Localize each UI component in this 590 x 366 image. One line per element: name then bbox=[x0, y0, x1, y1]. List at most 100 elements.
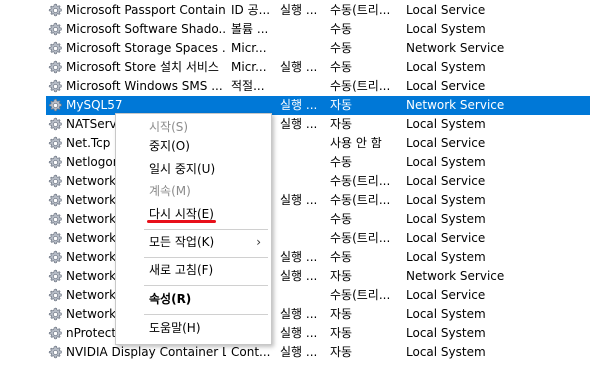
service-logon-as: Local System bbox=[406, 22, 486, 36]
service-startup-type: 자동 bbox=[330, 307, 353, 321]
menu-item-label: 일시 중지(U) bbox=[149, 162, 216, 176]
gear-icon bbox=[48, 79, 64, 94]
service-status: 실행 ... bbox=[280, 117, 318, 131]
service-description: Cont... bbox=[231, 345, 271, 359]
menu-separator bbox=[144, 314, 268, 315]
service-startup-type: 사용 안 함 bbox=[330, 136, 382, 150]
gear-icon bbox=[48, 117, 64, 132]
service-description: Micr... bbox=[231, 41, 267, 55]
service-logon-as: Local System bbox=[406, 60, 486, 74]
menu-item-refresh[interactable]: 새로 고침(F) bbox=[116, 259, 271, 281]
service-status: 실행 ... bbox=[280, 98, 318, 112]
service-name: Microsoft Software Shado... bbox=[66, 22, 226, 36]
service-name: Microsoft Store 설치 서비스 bbox=[66, 60, 219, 74]
gear-icon bbox=[48, 326, 64, 341]
service-row[interactable]: NVIDIA Display Container LS Cont... 실행 ...… bbox=[46, 343, 590, 362]
service-startup-type: 수동 bbox=[330, 250, 353, 264]
service-startup-type: 자동 bbox=[330, 98, 353, 112]
service-status: 실행 ... bbox=[280, 193, 318, 207]
menu-item-label: 계속(M) bbox=[149, 184, 191, 198]
service-status: 실행 ... bbox=[280, 250, 318, 264]
menu-separator bbox=[144, 229, 268, 230]
menu-item-pause[interactable]: 일시 중지(U) bbox=[116, 158, 271, 180]
service-logon-as: Local System bbox=[406, 326, 486, 340]
service-name: Microsoft Windows SMS ... bbox=[66, 79, 223, 93]
gear-icon bbox=[48, 98, 64, 113]
gear-icon bbox=[48, 3, 64, 18]
service-name: Microsoft Passport Container bbox=[66, 3, 226, 17]
service-logon-as: Local Service bbox=[406, 136, 486, 150]
service-startup-type: 수동 bbox=[330, 22, 353, 36]
gear-icon bbox=[48, 193, 64, 208]
gear-icon bbox=[48, 231, 64, 246]
service-startup-type: 자동 bbox=[330, 345, 353, 359]
service-description: 적절... bbox=[231, 79, 265, 93]
gear-icon bbox=[48, 345, 64, 360]
chevron-right-icon: › bbox=[256, 235, 261, 249]
service-logon-as: Network Service bbox=[406, 269, 505, 283]
service-row[interactable]: Microsoft Software Shado... 볼륨 ... 수동 Local… bbox=[46, 20, 590, 39]
service-row[interactable]: Microsoft Windows SMS ... 적절... 수동(트리... Lo… bbox=[46, 77, 590, 96]
gear-icon bbox=[48, 174, 64, 189]
service-startup-type: 수동(트리... bbox=[330, 174, 391, 188]
menu-item-label: 속성(R) bbox=[149, 292, 192, 306]
service-logon-as: Local System bbox=[406, 117, 486, 131]
service-startup-type: 수동 bbox=[330, 60, 353, 74]
service-status: 실행 ... bbox=[280, 345, 318, 359]
menu-item-label: 도움말(H) bbox=[149, 321, 201, 335]
service-description: 볼륨 ... bbox=[231, 22, 269, 36]
service-logon-as: Local System bbox=[406, 155, 486, 169]
service-startup-type: 수동 bbox=[330, 212, 353, 226]
service-logon-as: Local Service bbox=[406, 288, 486, 302]
service-row[interactable]: Microsoft Passport Container ID 공... 실행 ..… bbox=[46, 1, 590, 20]
menu-item-help[interactable]: 도움말(H) bbox=[116, 317, 271, 339]
service-logon-as: Local Service bbox=[406, 231, 486, 245]
menu-item-all-tasks[interactable]: 모든 작업(K) › bbox=[116, 231, 271, 253]
service-status: 실행 ... bbox=[280, 3, 318, 17]
service-logon-as: Local System bbox=[406, 345, 486, 359]
gear-icon bbox=[48, 250, 64, 265]
service-logon-as: Local System bbox=[406, 307, 486, 321]
service-startup-type: 수동(트리... bbox=[330, 231, 391, 245]
service-row[interactable]: Microsoft Store 설치 서비스 Micr... 실행 ... 수동 Loc… bbox=[46, 58, 590, 77]
service-logon-as: Local System bbox=[406, 212, 486, 226]
menu-separator bbox=[144, 285, 268, 286]
gear-icon bbox=[48, 288, 64, 303]
service-description: Micr... bbox=[231, 60, 267, 74]
menu-separator bbox=[144, 257, 268, 258]
menu-item-properties[interactable]: 속성(R) bbox=[116, 288, 271, 310]
service-name: Microsoft Storage Spaces ... bbox=[66, 41, 226, 55]
service-logon-as: Local System bbox=[406, 193, 486, 207]
service-status: 실행 ... bbox=[280, 326, 318, 340]
service-startup-type: 수동(트리... bbox=[330, 288, 391, 302]
menu-item-label: 모든 작업(K) bbox=[149, 235, 215, 249]
service-logon-as: Local Service bbox=[406, 174, 486, 188]
service-startup-type: 수동(트리... bbox=[330, 79, 391, 93]
gear-icon bbox=[48, 60, 64, 75]
menu-item-resume[interactable]: 계속(M) bbox=[116, 180, 271, 202]
service-status: 실행 ... bbox=[280, 307, 318, 321]
service-startup-type: 수동 bbox=[330, 41, 353, 55]
gear-icon bbox=[48, 155, 64, 170]
service-logon-as: Local Service bbox=[406, 79, 486, 93]
gear-icon bbox=[48, 136, 64, 151]
service-startup-type: 자동 bbox=[330, 117, 353, 131]
service-startup-type: 수동(트리... bbox=[330, 3, 391, 17]
gear-icon bbox=[48, 269, 64, 284]
service-logon-as: Local System bbox=[406, 250, 486, 264]
service-logon-as: Network Service bbox=[406, 98, 505, 112]
context-menu: 시작(S) 중지(O) 일시 중지(U) 계속(M) 다시 시작(E) 모든 작… bbox=[115, 113, 272, 345]
service-startup-type: 자동 bbox=[330, 269, 353, 283]
service-logon-as: Network Service bbox=[406, 41, 505, 55]
service-row[interactable]: Microsoft Storage Spaces ... Micr... 수동 Net… bbox=[46, 39, 590, 58]
menu-item-label: 새로 고침(F) bbox=[149, 263, 214, 277]
service-logon-as: Local Service bbox=[406, 3, 486, 17]
gear-icon bbox=[48, 212, 64, 227]
service-name: NVIDIA Display Container LS bbox=[66, 345, 226, 359]
menu-item-stop[interactable]: 중지(O) bbox=[116, 135, 271, 157]
service-startup-type: 수동(트리... bbox=[330, 193, 391, 207]
gear-icon bbox=[48, 307, 64, 322]
service-startup-type: 수동 bbox=[330, 155, 353, 169]
service-status: 실행 ... bbox=[280, 60, 318, 74]
service-startup-type: 자동 bbox=[330, 326, 353, 340]
